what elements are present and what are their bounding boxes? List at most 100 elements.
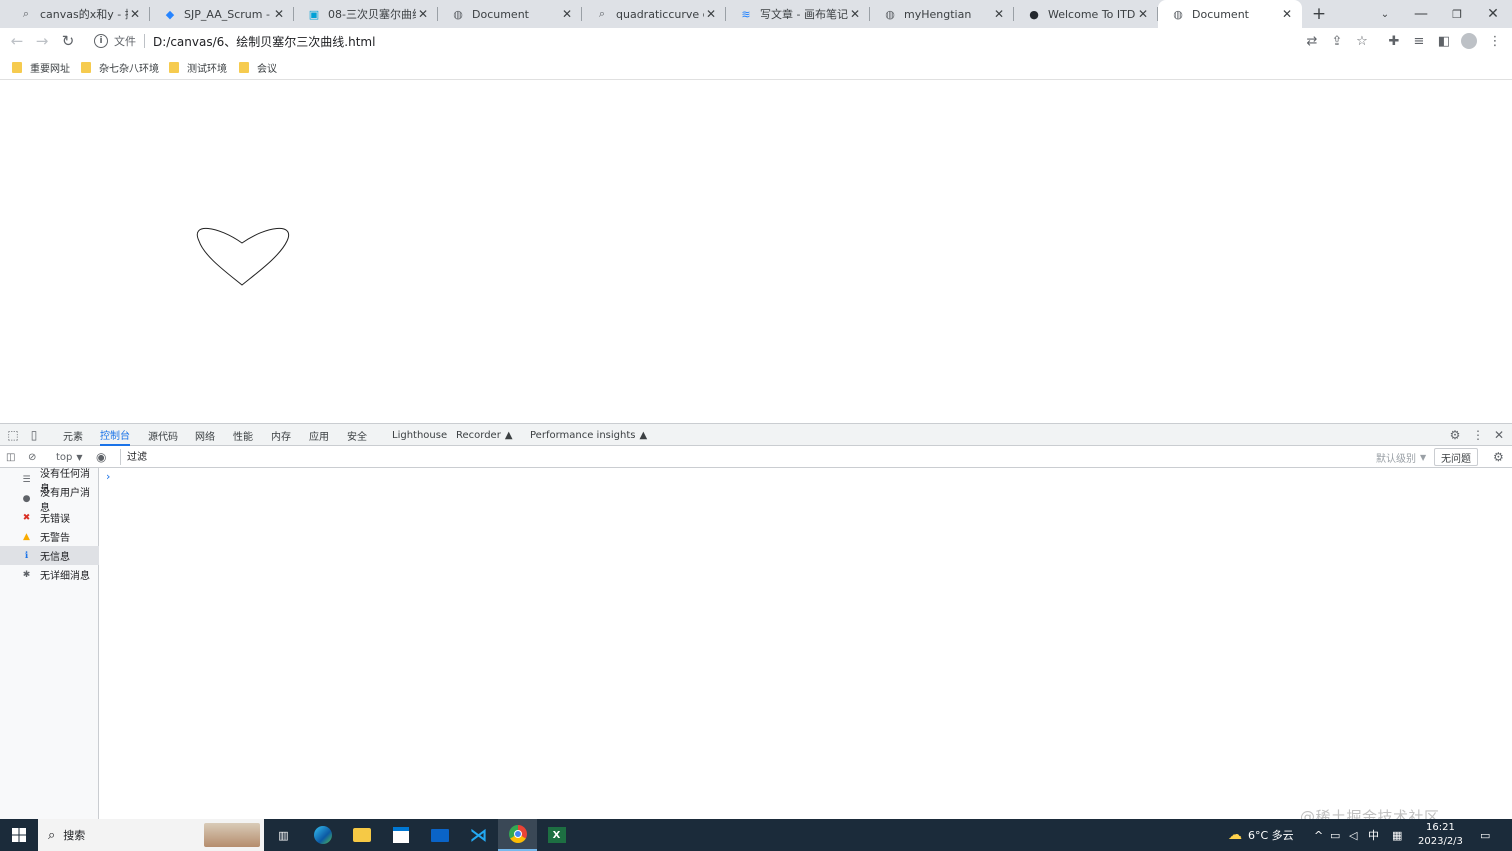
tab-title: quadraticcurve canv: [616, 7, 704, 21]
close-icon[interactable]: ✕: [1280, 7, 1294, 21]
close-icon[interactable]: ✕: [128, 7, 142, 21]
close-icon[interactable]: ✕: [704, 7, 718, 21]
share-icon[interactable]: ⇪: [1324, 28, 1350, 54]
bilibili-icon: ▣: [308, 7, 320, 21]
sidebar-item-warnings[interactable]: ▲ 无警告: [0, 527, 99, 546]
vscode-icon[interactable]: ⋊: [459, 819, 498, 851]
console-settings-icon[interactable]: ⚙: [1493, 446, 1504, 468]
bookmark-folder[interactable]: 测试环境: [169, 59, 227, 75]
tab-title: 写文章 - 画布笔记 - 掘: [760, 8, 848, 21]
mail-icon[interactable]: [420, 819, 459, 851]
ime-mode-icon[interactable]: ▦: [1392, 819, 1402, 851]
clear-console-icon[interactable]: ⊘: [28, 446, 36, 468]
bookmark-folder[interactable]: 杂七杂八环境: [81, 59, 159, 75]
browser-tab[interactable]: ◍ Document ✕: [438, 0, 582, 28]
excel-icon[interactable]: X: [537, 819, 576, 851]
close-icon[interactable]: ✕: [272, 7, 286, 21]
tab-console[interactable]: 控制台: [100, 424, 130, 446]
extensions-icon[interactable]: ✚: [1381, 28, 1407, 54]
tab-performance-insights[interactable]: Performance insights ▲: [530, 424, 647, 446]
notification-icon[interactable]: ▭: [1480, 819, 1490, 851]
tab-sources[interactable]: 源代码: [148, 424, 178, 446]
tab-network[interactable]: 网络: [195, 424, 215, 446]
console-prompt-chevron-icon[interactable]: ›: [106, 470, 110, 483]
device-toolbar-icon[interactable]: ▯: [24, 424, 44, 446]
microsoft-store-icon[interactable]: [381, 819, 420, 851]
tab-security[interactable]: 安全: [347, 424, 367, 446]
tab-performance[interactable]: 性能: [233, 424, 253, 446]
network-icon[interactable]: ▭: [1330, 819, 1340, 851]
browser-tab[interactable]: ◍ myHengtian ✕: [870, 0, 1014, 28]
tab-title: SJP_AA_Scrum - 敏捷: [184, 8, 272, 21]
sidebar-item-info[interactable]: ℹ 无信息: [0, 546, 99, 565]
profile-avatar[interactable]: [1456, 28, 1482, 54]
more-options-icon[interactable]: ⋮: [1468, 424, 1488, 446]
devtools-tab-bar: ⬚ ▯ 元素 控制台 源代码 网络 性能 内存 应用 安全 Lighthouse…: [0, 424, 1512, 446]
issues-button[interactable]: 无问题: [1434, 448, 1478, 466]
inspect-element-icon[interactable]: ⬚: [3, 424, 23, 446]
browser-tab[interactable]: ⌕ quadraticcurve canv ✕: [582, 0, 726, 28]
tab-recorder[interactable]: Recorder ▲: [456, 424, 513, 446]
translate-icon[interactable]: ⇄: [1299, 28, 1325, 54]
tab-memory[interactable]: 内存: [271, 424, 291, 446]
settings-gear-icon[interactable]: ⚙: [1445, 424, 1465, 446]
bookmark-folder[interactable]: 重要网址: [12, 59, 70, 75]
tab-search-button[interactable]: ⌄: [1368, 0, 1402, 28]
flask-icon: ▲: [639, 429, 648, 441]
close-icon[interactable]: ✕: [560, 7, 574, 21]
reload-button[interactable]: ↻: [56, 28, 80, 54]
browser-tab[interactable]: ● Welcome To ITD ✕: [1014, 0, 1158, 28]
browser-tab[interactable]: ▣ 08-三次贝塞尔曲线实 ✕: [294, 0, 438, 28]
browser-tab[interactable]: ◆ SJP_AA_Scrum - 敏捷 ✕: [150, 0, 294, 28]
tab-lighthouse[interactable]: Lighthouse: [392, 424, 447, 446]
browser-tab[interactable]: ⌕ canvas的x和y - 搜索 ✕: [6, 0, 150, 28]
volume-icon[interactable]: ◁: [1349, 819, 1357, 851]
console-output[interactable]: ›: [100, 468, 1512, 820]
console-filter-input[interactable]: [120, 449, 1368, 465]
address-bar[interactable]: i 文件 D:/canvas/6、绘制贝塞尔三次曲线.html: [86, 29, 1376, 53]
bookmarks-bar: 重要网址 杂七杂八环境 测试环境 会议: [0, 54, 1512, 80]
ime-indicator[interactable]: 中: [1368, 819, 1379, 851]
browser-tab-active[interactable]: ◍ Document ✕: [1158, 0, 1302, 28]
tab-elements[interactable]: 元素: [63, 424, 83, 446]
minimize-button[interactable]: —: [1404, 0, 1438, 28]
edge-browser-icon[interactable]: [303, 819, 342, 851]
bookmark-star-icon[interactable]: ☆: [1349, 28, 1375, 54]
close-icon[interactable]: ✕: [848, 7, 862, 21]
clock[interactable]: 16:21 2023/2/3: [1418, 819, 1463, 851]
window-close-button[interactable]: ✕: [1476, 0, 1510, 28]
close-icon[interactable]: ✕: [1136, 7, 1150, 21]
chrome-icon[interactable]: [498, 819, 537, 851]
sidebar-item-verbose[interactable]: ✱ 无详细消息: [0, 565, 99, 584]
taskbar-search-box[interactable]: ⌕ 搜索: [38, 819, 264, 851]
browser-tab[interactable]: ≋ 写文章 - 画布笔记 - 掘 ✕: [726, 0, 870, 28]
media-control-icon[interactable]: ≡: [1406, 28, 1432, 54]
info-icon[interactable]: i: [94, 34, 108, 48]
tray-overflow-chevron-icon[interactable]: ^: [1314, 819, 1323, 851]
new-tab-button[interactable]: +: [1302, 0, 1336, 28]
task-view-icon[interactable]: ▥: [264, 819, 303, 851]
close-icon[interactable]: ✕: [992, 7, 1006, 21]
folder-icon: [12, 61, 22, 73]
bookmark-folder[interactable]: 会议: [239, 59, 277, 75]
close-icon[interactable]: ✕: [416, 7, 430, 21]
start-button[interactable]: [0, 819, 38, 851]
search-icon: ⌕: [48, 827, 56, 843]
close-devtools-icon[interactable]: ✕: [1489, 424, 1509, 446]
user-icon: ●: [22, 493, 31, 504]
side-panel-icon[interactable]: ◧: [1431, 28, 1457, 54]
address-url[interactable]: D:/canvas/6、绘制贝塞尔三次曲线.html: [153, 33, 375, 50]
sidebar-item-user-messages[interactable]: ● 没有用户消息: [0, 488, 99, 514]
sidebar-item-errors[interactable]: ✖ 无错误: [0, 508, 99, 527]
back-button[interactable]: ←: [5, 28, 29, 54]
sidebar-toggle-icon[interactable]: ◫: [6, 446, 15, 468]
menu-icon[interactable]: ⋮: [1482, 28, 1508, 54]
bug-icon: ✱: [22, 569, 31, 580]
log-level-select[interactable]: 默认级别 ▼: [1376, 446, 1426, 468]
restore-button[interactable]: ❐: [1440, 0, 1474, 28]
file-explorer-icon[interactable]: [342, 819, 381, 851]
forward-button[interactable]: →: [30, 28, 54, 54]
bookmark-label: 杂七杂八环境: [99, 63, 159, 75]
weather-widget[interactable]: ☁ 6°C 多云: [1228, 819, 1294, 851]
tab-application[interactable]: 应用: [309, 424, 329, 446]
